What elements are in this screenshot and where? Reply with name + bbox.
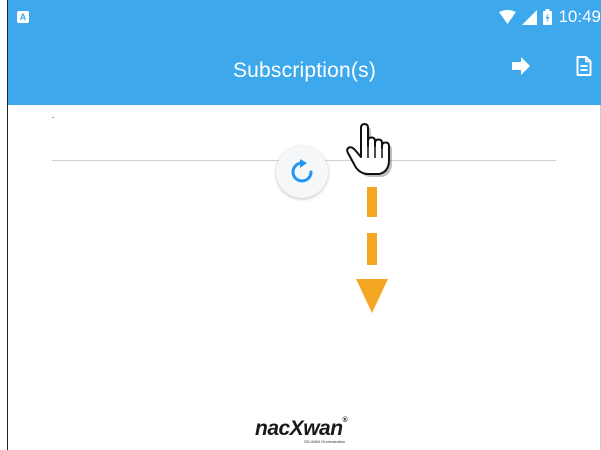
divider-speck <box>52 117 54 118</box>
pull-to-refresh-indicator[interactable] <box>276 146 328 198</box>
signal-icon <box>522 9 538 25</box>
logout-button[interactable] <box>506 50 538 82</box>
notification-app-icon: A <box>17 11 29 23</box>
document-icon <box>576 56 592 76</box>
notification-app-letter: A <box>19 12 27 22</box>
refresh-icon <box>291 159 313 183</box>
logo-main: nacXwan <box>255 417 343 440</box>
logo-text: nacXwan® <box>255 417 348 441</box>
status-icons: 10:49 <box>499 7 601 27</box>
logo-registered-mark: ® <box>342 417 348 424</box>
status-bar: A 10:49 <box>8 0 601 34</box>
document-button[interactable] <box>568 50 600 82</box>
brand-logo: nacXwan® SD-WAN Orchestration <box>255 415 375 447</box>
app-bar: A 10:49 Subscription(s) <box>8 0 601 105</box>
hand-pointer-icon <box>346 123 392 177</box>
logout-icon <box>512 57 530 75</box>
battery-icon <box>543 9 553 25</box>
wifi-icon <box>499 10 517 24</box>
logo-tagline: SD-WAN Orchestration <box>304 439 346 444</box>
status-time: 10:49 <box>558 7 601 26</box>
down-arrow-icon <box>356 187 388 313</box>
